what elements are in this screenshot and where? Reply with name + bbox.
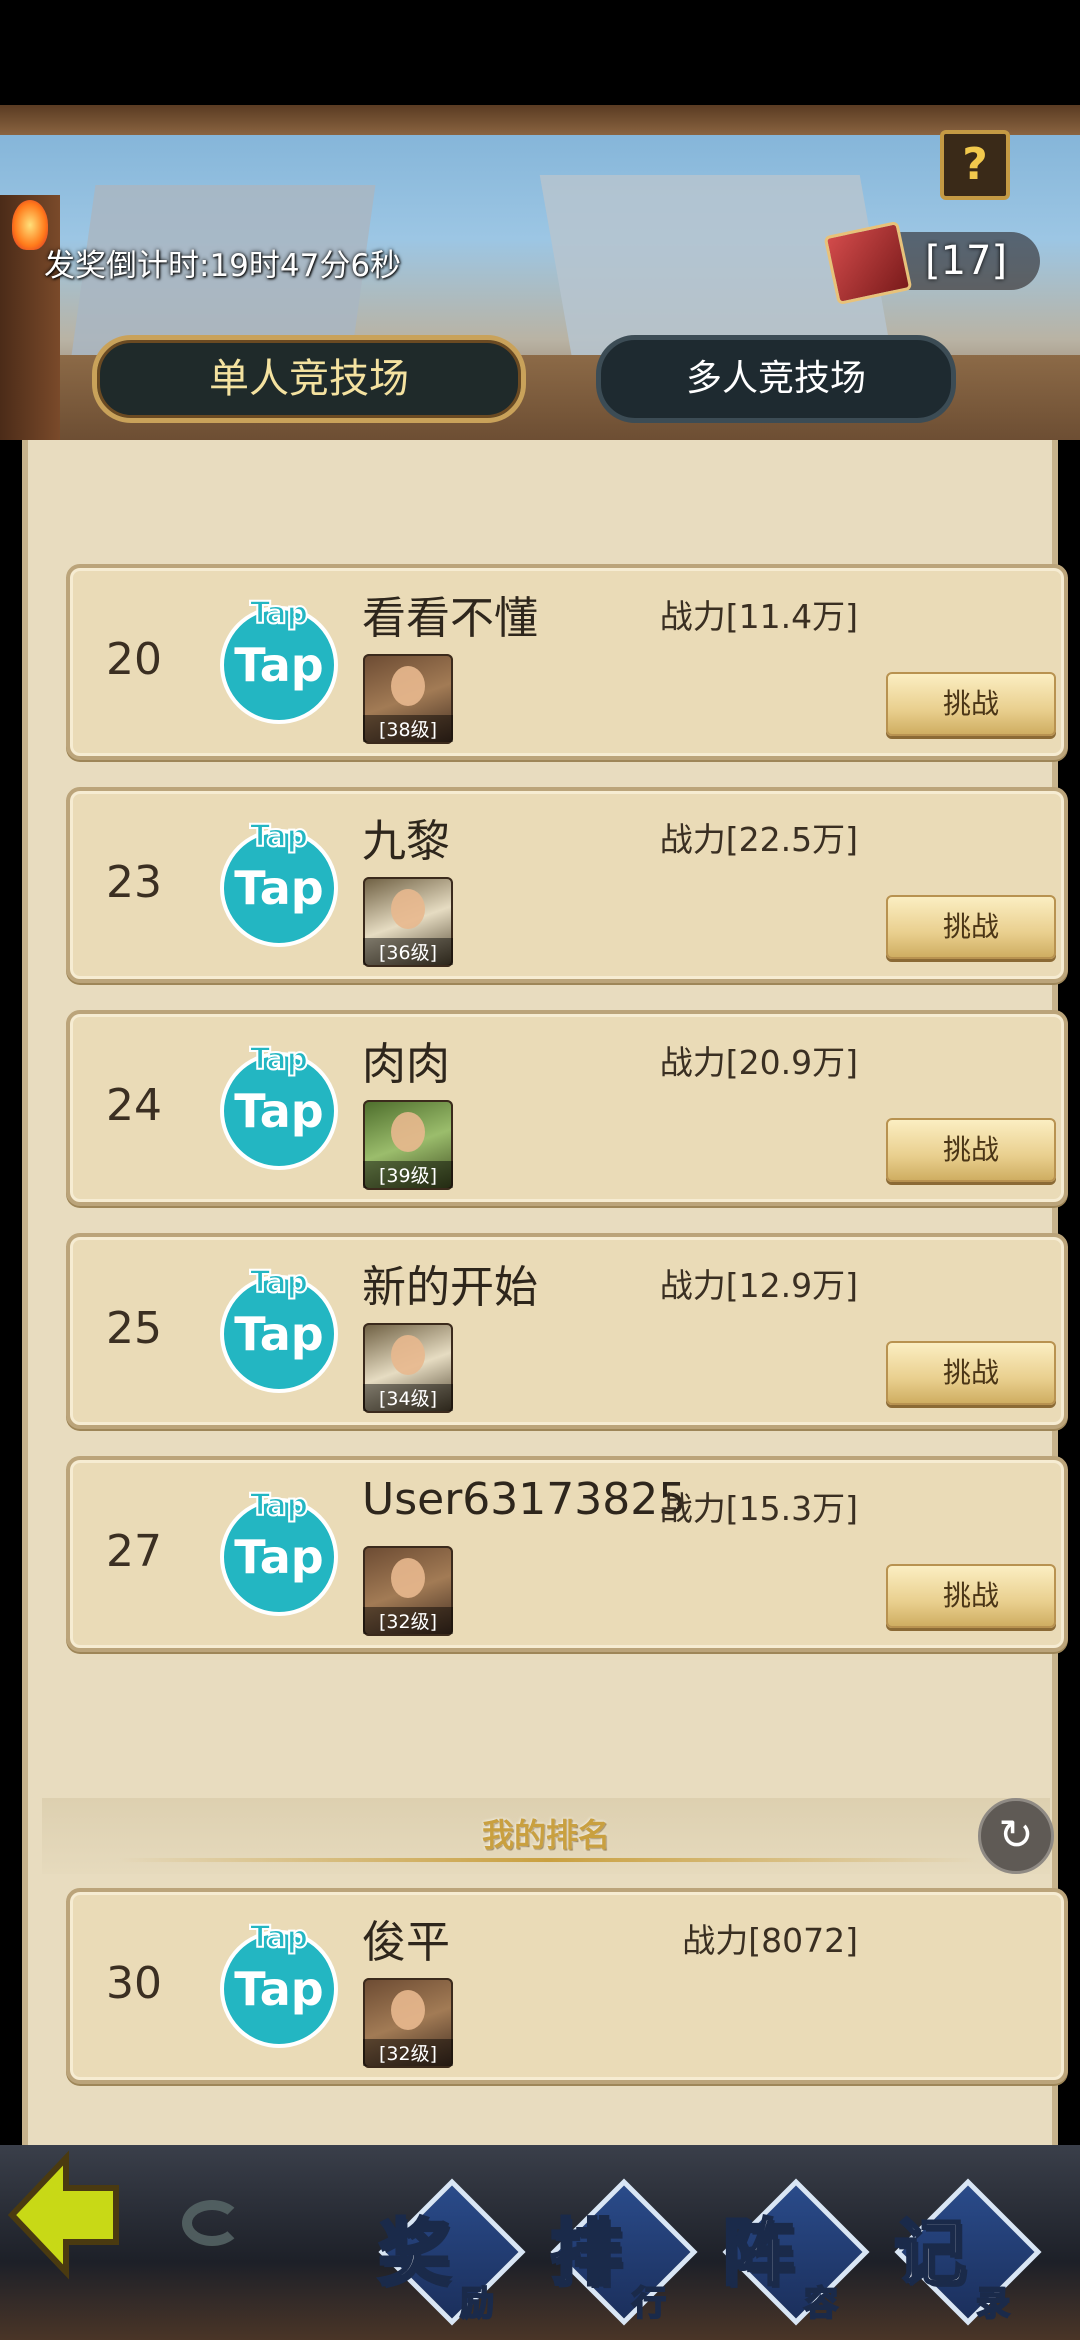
opponent-rank: 25 (106, 1303, 162, 1354)
tap-logo-main: Tap (234, 1307, 324, 1361)
challenge-button[interactable]: 挑战 (886, 1341, 1056, 1405)
ticket-count: [17] (925, 238, 1008, 284)
nav-rewards-button[interactable]: 奖 励 (370, 2178, 526, 2330)
taptap-avatar-icon: Tap Tap (220, 1041, 338, 1170)
hero-portrait[interactable]: [34级] (363, 1323, 453, 1413)
challenge-button[interactable]: 挑战 (886, 895, 1056, 959)
hero-level: [38级] (363, 715, 453, 742)
nav-label: 阵 (720, 2210, 795, 2297)
opponent-rank: 23 (106, 857, 162, 908)
hero-face (391, 1112, 425, 1152)
tap-logo-top: Tap (249, 1041, 309, 1078)
my-rank-divider (118, 1858, 978, 1862)
nav-label: 排 (548, 2210, 623, 2297)
hero-face (391, 1990, 425, 2030)
opponent-power: 战力[20.9万] (659, 1043, 858, 1082)
nav-label: 奖 (376, 2210, 451, 2297)
hero-level: [36级] (363, 938, 453, 965)
opponent-power: 战力[15.3万] (659, 1489, 858, 1528)
opponent-name: 看看不懂 (362, 593, 538, 644)
my-name: 俊平 (362, 1917, 450, 1968)
header-frame (0, 105, 1080, 135)
taptap-avatar-icon: Tap Tap (220, 1264, 338, 1393)
tap-logo-top: Tap (249, 818, 309, 855)
challenge-button[interactable]: 挑战 (886, 1564, 1056, 1628)
tap-logo-main: Tap (234, 1962, 324, 2016)
hero-level: [32级] (363, 1607, 453, 1634)
taptap-avatar-icon: Tap Tap (220, 595, 338, 724)
nav-ranking-button[interactable]: 排 行 (542, 2178, 698, 2330)
opponent-card: 25 Tap Tap 新的开始 战力[12.9万] [34级] 挑战 (66, 1233, 1068, 1429)
hero-face (391, 1335, 425, 1375)
taptap-avatar-icon: Tap Tap (220, 1487, 338, 1616)
my-rank-card: 30 Tap Tap 俊平 战力[8072] [32级] (66, 1888, 1068, 2084)
nav-sublabel: 励 (459, 2283, 495, 2325)
tap-logo-top: Tap (249, 1264, 309, 1301)
hero-level: [32级] (363, 2039, 453, 2066)
moon-icon (182, 2200, 242, 2246)
hero-portrait[interactable]: [32级] (363, 1546, 453, 1636)
hero-level: [34级] (363, 1384, 453, 1411)
opponent-power: 战力[11.4万] (659, 597, 858, 636)
nav-lineup-button[interactable]: 阵 容 (714, 2178, 870, 2330)
my-rank-title: 我的排名 (481, 1816, 610, 1854)
taptap-avatar-icon: Tap Tap (220, 818, 338, 947)
challenge-button[interactable]: 挑战 (886, 672, 1056, 736)
tap-logo-main: Tap (234, 1530, 324, 1584)
opponent-power: 战力[12.9万] (659, 1266, 858, 1305)
tab-multi-arena[interactable]: 多人竞技场 (596, 335, 956, 423)
tap-logo-top: Tap (249, 595, 309, 632)
opponent-rank: 24 (106, 1080, 162, 1131)
refresh-button[interactable]: ↻ (978, 1798, 1054, 1874)
nav-sublabel: 录 (975, 2283, 1011, 2325)
hero-face (391, 666, 425, 706)
opponent-rank: 27 (106, 1526, 162, 1577)
tap-logo-main: Tap (234, 1084, 324, 1138)
reward-countdown: 发奖倒计时:19时47分6秒 (44, 248, 402, 284)
nav-sublabel: 行 (631, 2283, 667, 2325)
hero-portrait[interactable]: [39级] (363, 1100, 453, 1190)
opponent-list-panel: 20 Tap Tap 看看不懂 战力[11.4万] [38级] 挑战 23 Ta… (22, 440, 1068, 2145)
tab-single-arena[interactable]: 单人竞技场 (92, 335, 526, 423)
challenge-button[interactable]: 挑战 (886, 1118, 1056, 1182)
my-rank-number: 30 (106, 1958, 162, 2009)
hero-face (391, 1558, 425, 1598)
flame-icon (12, 200, 48, 250)
status-bar (0, 0, 1080, 105)
opponent-card: 27 Tap Tap User63173825 战力[15.3万] [32级] … (66, 1456, 1068, 1652)
my-rank-header: 我的排名 (42, 1798, 1050, 1874)
tap-logo-top: Tap (249, 1487, 309, 1524)
opponent-card: 24 Tap Tap 肉肉 战力[20.9万] [39级] 挑战 (66, 1010, 1068, 1206)
back-arrow-icon[interactable] (4, 2150, 122, 2280)
opponent-rank: 20 (106, 634, 162, 685)
opponent-name: 肉肉 (362, 1039, 450, 1090)
opponent-card: 20 Tap Tap 看看不懂 战力[11.4万] [38级] 挑战 (66, 564, 1068, 760)
help-button[interactable]: ? (940, 130, 1010, 200)
my-power: 战力[8072] (682, 1921, 858, 1960)
nav-label: 记 (892, 2210, 967, 2297)
hero-level: [39级] (363, 1161, 453, 1188)
hero-face (391, 889, 425, 929)
tap-logo-main: Tap (234, 861, 324, 915)
opponent-name: 九黎 (362, 816, 450, 867)
nav-records-button[interactable]: 记 录 (886, 2178, 1042, 2330)
taptap-avatar-icon: Tap Tap (220, 1919, 338, 2048)
hero-portrait[interactable]: [32级] (363, 1978, 453, 2068)
tap-logo-top: Tap (249, 1919, 309, 1956)
hero-portrait[interactable]: [36级] (363, 877, 453, 967)
opponent-card: 23 Tap Tap 九黎 战力[22.5万] [36级] 挑战 (66, 787, 1068, 983)
tap-logo-main: Tap (234, 638, 324, 692)
nav-sublabel: 容 (803, 2283, 839, 2325)
opponent-name: 新的开始 (362, 1262, 538, 1313)
opponent-name: User63173825 (362, 1474, 687, 1525)
hero-portrait[interactable]: [38级] (363, 654, 453, 744)
opponent-power: 战力[22.5万] (659, 820, 858, 859)
